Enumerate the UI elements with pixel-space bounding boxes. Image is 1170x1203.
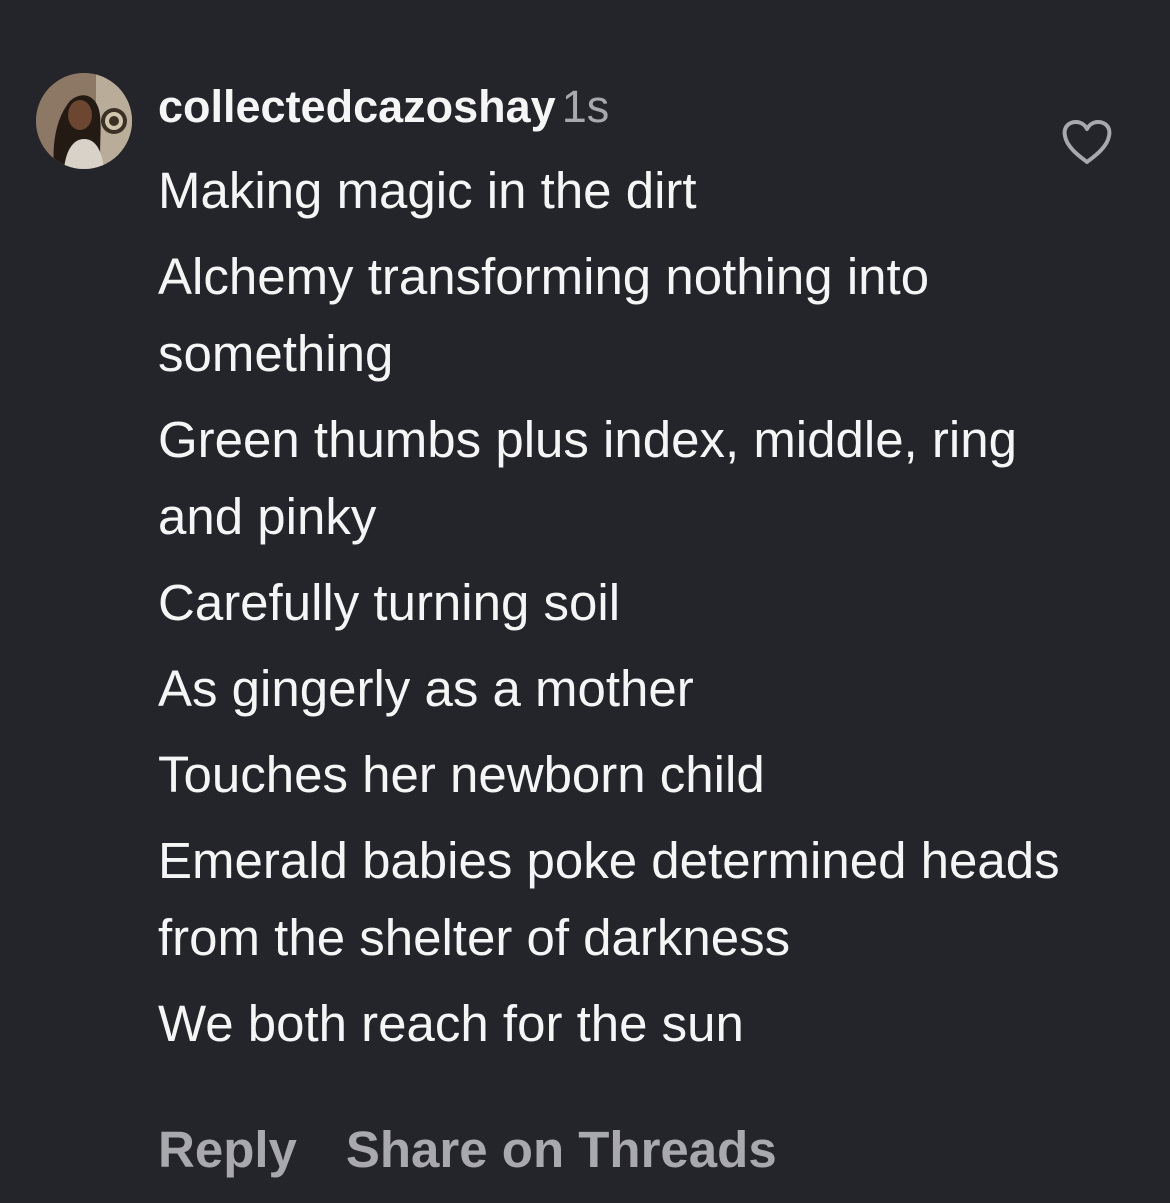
comment-line: Carefully turning soil	[158, 574, 621, 631]
comment-line: Alchemy transforming nothing into someth…	[158, 248, 930, 382]
comment-line: Emerald babies poke determined heads fro…	[158, 832, 1060, 966]
comment-line: As gingerly as a mother	[158, 660, 694, 717]
username[interactable]: collectedcazoshay	[158, 81, 556, 132]
timestamp: 1s	[561, 81, 610, 132]
share-on-threads-button[interactable]: Share on Threads	[346, 1118, 777, 1182]
reply-button[interactable]: Reply	[158, 1118, 297, 1182]
comment-text: Making magic in the dirt Alchemy transfo…	[158, 152, 1078, 1071]
comment-line: We both reach for the sun	[158, 995, 744, 1052]
comment-line: Touches her newborn child	[158, 746, 765, 803]
comment-header: collectedcazoshay 1s	[158, 79, 609, 135]
avatar[interactable]	[36, 73, 132, 169]
comment-line: Making magic in the dirt	[158, 162, 697, 219]
avatar-image	[36, 73, 132, 169]
comment-line: Green thumbs plus index, middle, ring an…	[158, 411, 1017, 545]
comment-actions: Reply Share on Threads	[158, 1118, 777, 1182]
comment-card: collectedcazoshay 1s Making magic in the …	[0, 0, 1170, 1203]
